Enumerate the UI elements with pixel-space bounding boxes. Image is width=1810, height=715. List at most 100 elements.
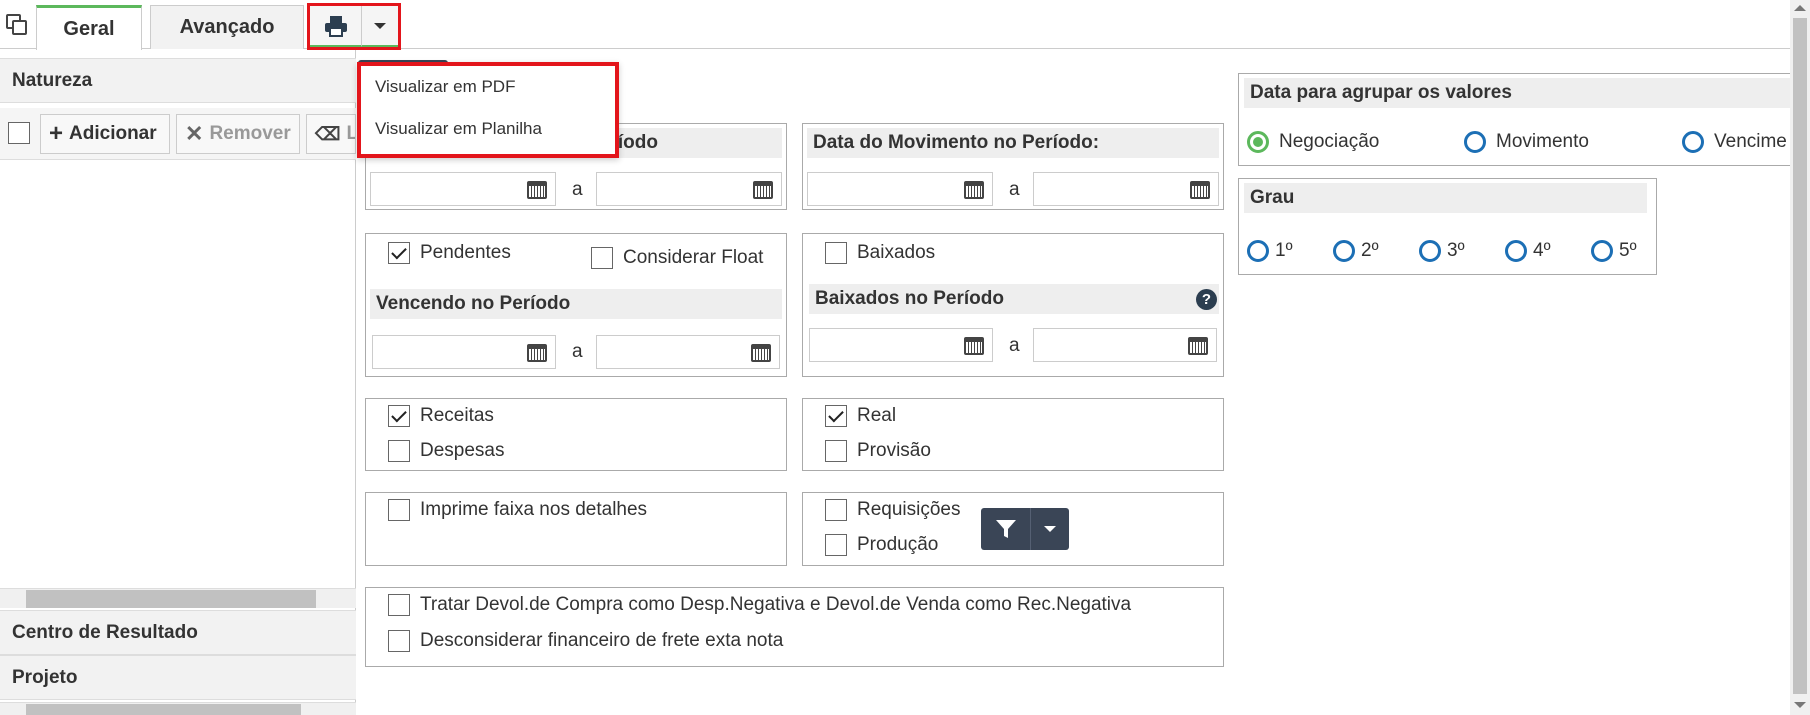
calendar-icon[interactable] bbox=[527, 181, 547, 199]
tab-geral[interactable]: Geral bbox=[36, 5, 142, 50]
calendar-icon[interactable] bbox=[964, 181, 984, 199]
adicionar-button[interactable]: + Adicionar bbox=[40, 114, 170, 154]
filter-icon bbox=[995, 520, 1016, 538]
scroll-up-arrow-icon[interactable] bbox=[1794, 5, 1806, 11]
baixados-sep: a bbox=[1009, 335, 1020, 356]
frete-label: Desconsiderar financeiro de frete exta n… bbox=[420, 630, 784, 651]
periodo-end-date[interactable] bbox=[596, 172, 782, 206]
movimento-end-date[interactable] bbox=[1033, 172, 1219, 206]
baixados-end-date[interactable] bbox=[1033, 328, 1217, 362]
tratar-devol-label: Tratar Devol.de Compra como Desp.Negativ… bbox=[420, 594, 1132, 615]
grau-2-label: 2º bbox=[1361, 240, 1379, 261]
calendar-icon[interactable] bbox=[527, 344, 547, 362]
copy-icon[interactable] bbox=[6, 14, 28, 36]
projeto-hscroll[interactable] bbox=[0, 702, 356, 715]
filter-button[interactable] bbox=[981, 508, 1031, 550]
page-vscroll-thumb[interactable] bbox=[1793, 18, 1807, 694]
scroll-down-arrow-icon[interactable] bbox=[1794, 702, 1806, 708]
requisicoes-checkbox[interactable]: Requisições bbox=[825, 499, 961, 521]
grau-4-radio[interactable]: 4º bbox=[1505, 240, 1551, 262]
vencendo-sep: a bbox=[572, 341, 583, 362]
accordion-natureza[interactable]: Natureza bbox=[0, 58, 356, 103]
movimento-radio[interactable]: Movimento bbox=[1464, 131, 1589, 153]
movimento-sep: a bbox=[1009, 179, 1020, 200]
tratar-devol-checkbox[interactable]: Tratar Devol.de Compra como Desp.Negativ… bbox=[388, 594, 1131, 616]
baixados-label: Baixados bbox=[857, 242, 936, 263]
tab-avancado[interactable]: Avançado bbox=[150, 5, 304, 49]
imprime-fieldset: Imprime faixa nos detalhes bbox=[365, 492, 787, 566]
tipo-fieldset: Receitas Despesas bbox=[365, 398, 787, 471]
frete-checkbox[interactable]: Desconsiderar financeiro de frete exta n… bbox=[388, 630, 783, 652]
provisao-checkbox[interactable]: Provisão bbox=[825, 440, 931, 462]
agrupar-title: Data para agrupar os valores bbox=[1244, 78, 1791, 108]
filter-button-group bbox=[981, 508, 1069, 550]
considerar-float-label: Considerar Float bbox=[623, 247, 764, 268]
producao-checkbox[interactable]: Produção bbox=[825, 534, 938, 556]
x-icon: ✕ bbox=[185, 121, 204, 146]
periodo-start-date[interactable] bbox=[370, 172, 556, 206]
tratar-fieldset: Tratar Devol.de Compra como Desp.Negativ… bbox=[365, 587, 1224, 667]
grau-1-label: 1º bbox=[1275, 240, 1293, 261]
select-all-checkbox[interactable] bbox=[8, 122, 30, 149]
periodo-sep: a bbox=[572, 179, 583, 200]
baixados-title: Baixados no Período bbox=[809, 284, 1219, 314]
limpar-label: Li bbox=[346, 123, 355, 145]
movimento-start-date[interactable] bbox=[807, 172, 993, 206]
calendar-icon[interactable] bbox=[753, 181, 773, 199]
adicionar-label: Adicionar bbox=[69, 123, 157, 144]
help-icon[interactable]: ? bbox=[1196, 289, 1217, 310]
requisicoes-fieldset: Requisições Produção bbox=[802, 492, 1224, 566]
calendar-icon[interactable] bbox=[751, 344, 771, 362]
print-button[interactable] bbox=[310, 6, 362, 47]
baixados-start-date[interactable] bbox=[809, 328, 993, 362]
grau-1-radio[interactable]: 1º bbox=[1247, 240, 1293, 262]
calendar-icon[interactable] bbox=[964, 337, 984, 355]
real-checkbox[interactable]: Real bbox=[825, 405, 896, 427]
calendar-icon[interactable] bbox=[1188, 337, 1208, 355]
pendentes-checkbox[interactable]: Pendentes bbox=[388, 242, 511, 264]
grau-5-radio[interactable]: 5º bbox=[1591, 240, 1637, 262]
print-dropdown-toggle[interactable] bbox=[362, 6, 398, 47]
movimento-title: Data do Movimento no Período: bbox=[807, 128, 1219, 158]
hscroll-thumb[interactable] bbox=[26, 590, 316, 608]
receitas-checkbox[interactable]: Receitas bbox=[388, 405, 494, 427]
real-label: Real bbox=[857, 405, 897, 426]
grau-4-label: 4º bbox=[1533, 240, 1551, 261]
despesas-checkbox[interactable]: Despesas bbox=[388, 440, 505, 462]
receitas-label: Receitas bbox=[420, 405, 494, 426]
imprime-label: Imprime faixa nos detalhes bbox=[420, 499, 648, 520]
remover-button[interactable]: ✕ Remover bbox=[176, 114, 300, 154]
provisao-label: Provisão bbox=[857, 440, 931, 461]
natureza-hscroll[interactable] bbox=[0, 588, 356, 608]
considerar-float-checkbox[interactable]: Considerar Float bbox=[591, 247, 763, 269]
accordion-projeto[interactable]: Projeto bbox=[0, 655, 356, 700]
menu-item-planilha[interactable]: Visualizar em Planilha bbox=[361, 108, 615, 150]
movimento-fieldset: Data do Movimento no Período: a bbox=[802, 123, 1224, 210]
grau-3-radio[interactable]: 3º bbox=[1419, 240, 1465, 262]
baixados-checkbox[interactable]: Baixados bbox=[825, 242, 935, 264]
backspace-icon: ⌫ bbox=[315, 123, 341, 144]
producao-label: Produção bbox=[857, 534, 939, 555]
limpar-button[interactable]: ⌫ Li bbox=[306, 114, 356, 154]
baixados-fieldset: Baixados Baixados no Período ? a bbox=[802, 233, 1224, 377]
filter-dropdown-toggle[interactable] bbox=[1031, 508, 1069, 550]
accordion-centro-resultado[interactable]: Centro de Resultado bbox=[0, 610, 356, 655]
calendar-icon[interactable] bbox=[1190, 181, 1210, 199]
vencendo-end-date[interactable] bbox=[596, 335, 780, 369]
imprime-checkbox[interactable]: Imprime faixa nos detalhes bbox=[388, 499, 647, 521]
remover-label: Remover bbox=[209, 123, 291, 144]
real-fieldset: Real Provisão bbox=[802, 398, 1224, 471]
grau-2-radio[interactable]: 2º bbox=[1333, 240, 1379, 262]
vencimento-radio[interactable]: Vencime bbox=[1682, 131, 1787, 153]
despesas-label: Despesas bbox=[420, 440, 505, 461]
plus-icon: + bbox=[49, 120, 64, 147]
printer-icon bbox=[324, 15, 347, 37]
menu-item-pdf[interactable]: Visualizar em PDF bbox=[361, 66, 615, 108]
hscroll-thumb-2[interactable] bbox=[26, 704, 301, 715]
grau-5-label: 5º bbox=[1619, 240, 1637, 261]
negociacao-radio[interactable]: Negociação bbox=[1247, 131, 1379, 153]
caret-down-icon bbox=[1044, 526, 1056, 532]
movimento-label: Movimento bbox=[1496, 131, 1589, 152]
vencendo-start-date[interactable] bbox=[372, 335, 556, 369]
requisicoes-label: Requisições bbox=[857, 499, 961, 520]
